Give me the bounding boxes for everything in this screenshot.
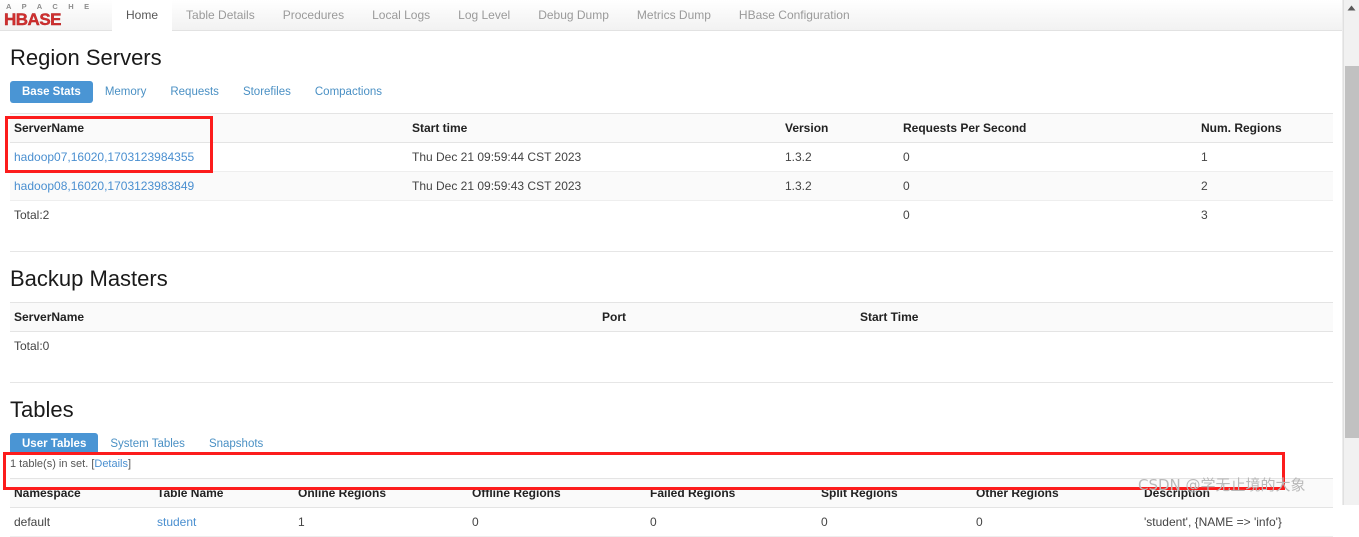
tab-compactions[interactable]: Compactions xyxy=(303,81,394,103)
cell-total-start-time xyxy=(408,201,781,230)
section-divider-2 xyxy=(10,382,1333,383)
scrollbar-thumb[interactable] xyxy=(1345,66,1359,438)
region-servers-table: ServerName Start time Version Requests P… xyxy=(10,113,1333,229)
col-split-regions: Split Regions xyxy=(817,478,972,508)
watermark-text: CSDN @学无止境的大象 xyxy=(1138,476,1306,494)
tab-snapshots[interactable]: Snapshots xyxy=(197,433,275,455)
table-header-row: Namespace Table Name Online Regions Offl… xyxy=(10,478,1333,508)
backup-masters-table: ServerName Port Start Time Total:0 xyxy=(10,302,1333,360)
nav-item-home[interactable]: Home xyxy=(112,0,173,31)
cell-total-requests-per-second: 0 xyxy=(903,208,910,222)
hbase-logo[interactable]: A P A C H E HBASE xyxy=(0,0,100,30)
server-link-hadoop08[interactable]: hadoop08,16020,1703123983849 xyxy=(14,179,194,193)
details-link[interactable]: Details xyxy=(94,458,128,470)
col-version: Version xyxy=(781,113,899,143)
col-requests-per-second: Requests Per Second xyxy=(899,113,1197,143)
cell-requests-per-second: 0 xyxy=(899,171,1197,201)
nav-items: Home Table Details Procedures Local Logs… xyxy=(112,0,864,31)
nav-item-log-level[interactable]: Log Level xyxy=(444,0,524,31)
cell-num-regions: 1 xyxy=(1197,142,1333,172)
col-offline-regions: Offline Regions xyxy=(468,478,646,508)
scroll-up-arrow-icon[interactable] xyxy=(1344,0,1359,16)
tab-memory[interactable]: Memory xyxy=(93,81,159,103)
table-header-row: ServerName Start time Version Requests P… xyxy=(10,113,1333,143)
cell-num-regions: 2 xyxy=(1197,171,1333,201)
cell-split-regions: 0 xyxy=(817,507,972,537)
col-num-regions: Num. Regions xyxy=(1197,113,1333,143)
table-row: default student 1 0 0 0 0 'student', {NA… xyxy=(10,507,1333,537)
cell-other-regions: 0 xyxy=(972,507,1140,537)
cell-start-time: Thu Dec 21 09:59:44 CST 2023 xyxy=(408,142,781,172)
nav-item-debug-dump[interactable]: Debug Dump xyxy=(524,0,623,31)
cell-failed-regions: 0 xyxy=(646,507,817,537)
tables-meta-line: 1 table(s) in set. [Details] xyxy=(10,458,1333,470)
table-header-row: ServerName Port Start Time xyxy=(10,302,1333,332)
tab-user-tables[interactable]: User Tables xyxy=(10,433,99,455)
table-row: hadoop07,16020,1703123984355 Thu Dec 21 … xyxy=(10,142,1333,172)
tables-count-text: 1 table(s) in set. [ xyxy=(10,458,95,470)
nav-item-metrics-dump[interactable]: Metrics Dump xyxy=(623,0,725,31)
col-backup-server-name: ServerName xyxy=(10,302,598,332)
col-failed-regions: Failed Regions xyxy=(646,478,817,508)
col-backup-start-time: Start Time xyxy=(856,302,1333,332)
server-link-hadoop07[interactable]: hadoop07,16020,1703123984355 xyxy=(14,150,194,164)
cell-namespace: default xyxy=(10,507,153,537)
col-server-name: ServerName xyxy=(10,113,408,143)
cell-backup-total-port xyxy=(598,332,856,361)
table-total-row: Total:2 0 3 xyxy=(10,201,1333,230)
section-divider-1 xyxy=(10,251,1333,252)
cell-version: 1.3.2 xyxy=(781,142,899,172)
tab-storefiles[interactable]: Storefiles xyxy=(231,81,303,103)
user-tables-table: Namespace Table Name Online Regions Offl… xyxy=(10,478,1333,537)
region-servers-title: Region Servers xyxy=(10,45,162,70)
cell-backup-total-start-time xyxy=(856,332,1333,361)
nav-item-table-details[interactable]: Table Details xyxy=(172,0,269,31)
cell-online-regions: 1 xyxy=(294,507,468,537)
cell-description: 'student', {NAME => 'info'} xyxy=(1140,507,1333,537)
col-backup-port: Port xyxy=(598,302,856,332)
cell-requests-per-second: 0 xyxy=(899,142,1197,172)
tab-base-stats[interactable]: Base Stats xyxy=(10,81,93,103)
brand-hbase-text: HBASE xyxy=(4,10,62,29)
col-online-regions: Online Regions xyxy=(294,478,468,508)
table-total-row: Total:0 xyxy=(10,332,1333,361)
page-content: Region Servers Base Stats Memory Request… xyxy=(0,45,1343,537)
cell-backup-total-label: Total:0 xyxy=(14,339,50,353)
col-namespace: Namespace xyxy=(10,478,153,508)
table-link-student[interactable]: student xyxy=(157,515,196,529)
col-start-time: Start time xyxy=(408,113,781,143)
table-row: hadoop08,16020,1703123983849 Thu Dec 21 … xyxy=(10,171,1333,201)
cell-version: 1.3.2 xyxy=(781,171,899,201)
cell-server-name: hadoop08,16020,1703123983849 xyxy=(10,171,408,201)
region-servers-tabs: Base Stats Memory Requests Storefiles Co… xyxy=(10,81,1333,103)
col-other-regions: Other Regions xyxy=(972,478,1140,508)
nav-item-hbase-configuration[interactable]: HBase Configuration xyxy=(725,0,864,31)
nav-item-local-logs[interactable]: Local Logs xyxy=(358,0,444,31)
nav-item-procedures[interactable]: Procedures xyxy=(269,0,358,31)
vertical-scrollbar[interactable] xyxy=(1343,0,1359,505)
tab-requests[interactable]: Requests xyxy=(158,81,231,103)
cell-total-num-regions: 3 xyxy=(1201,208,1208,222)
tab-system-tables[interactable]: System Tables xyxy=(98,433,197,455)
col-table-name: Table Name xyxy=(153,478,294,508)
cell-server-name: hadoop07,16020,1703123984355 xyxy=(10,142,408,172)
tables-tabs: User Tables System Tables Snapshots xyxy=(10,433,1333,455)
cell-start-time: Thu Dec 21 09:59:43 CST 2023 xyxy=(408,171,781,201)
backup-masters-title: Backup Masters xyxy=(10,266,168,291)
cell-offline-regions: 0 xyxy=(468,507,646,537)
tables-title: Tables xyxy=(10,397,74,422)
cell-table-name: student xyxy=(153,507,294,537)
top-navbar: A P A C H E HBASE Home Table Details Pro… xyxy=(0,0,1343,31)
tables-meta-end: ] xyxy=(128,458,132,470)
cell-total-label: Total:2 xyxy=(14,208,50,222)
cell-total-version xyxy=(781,201,899,230)
